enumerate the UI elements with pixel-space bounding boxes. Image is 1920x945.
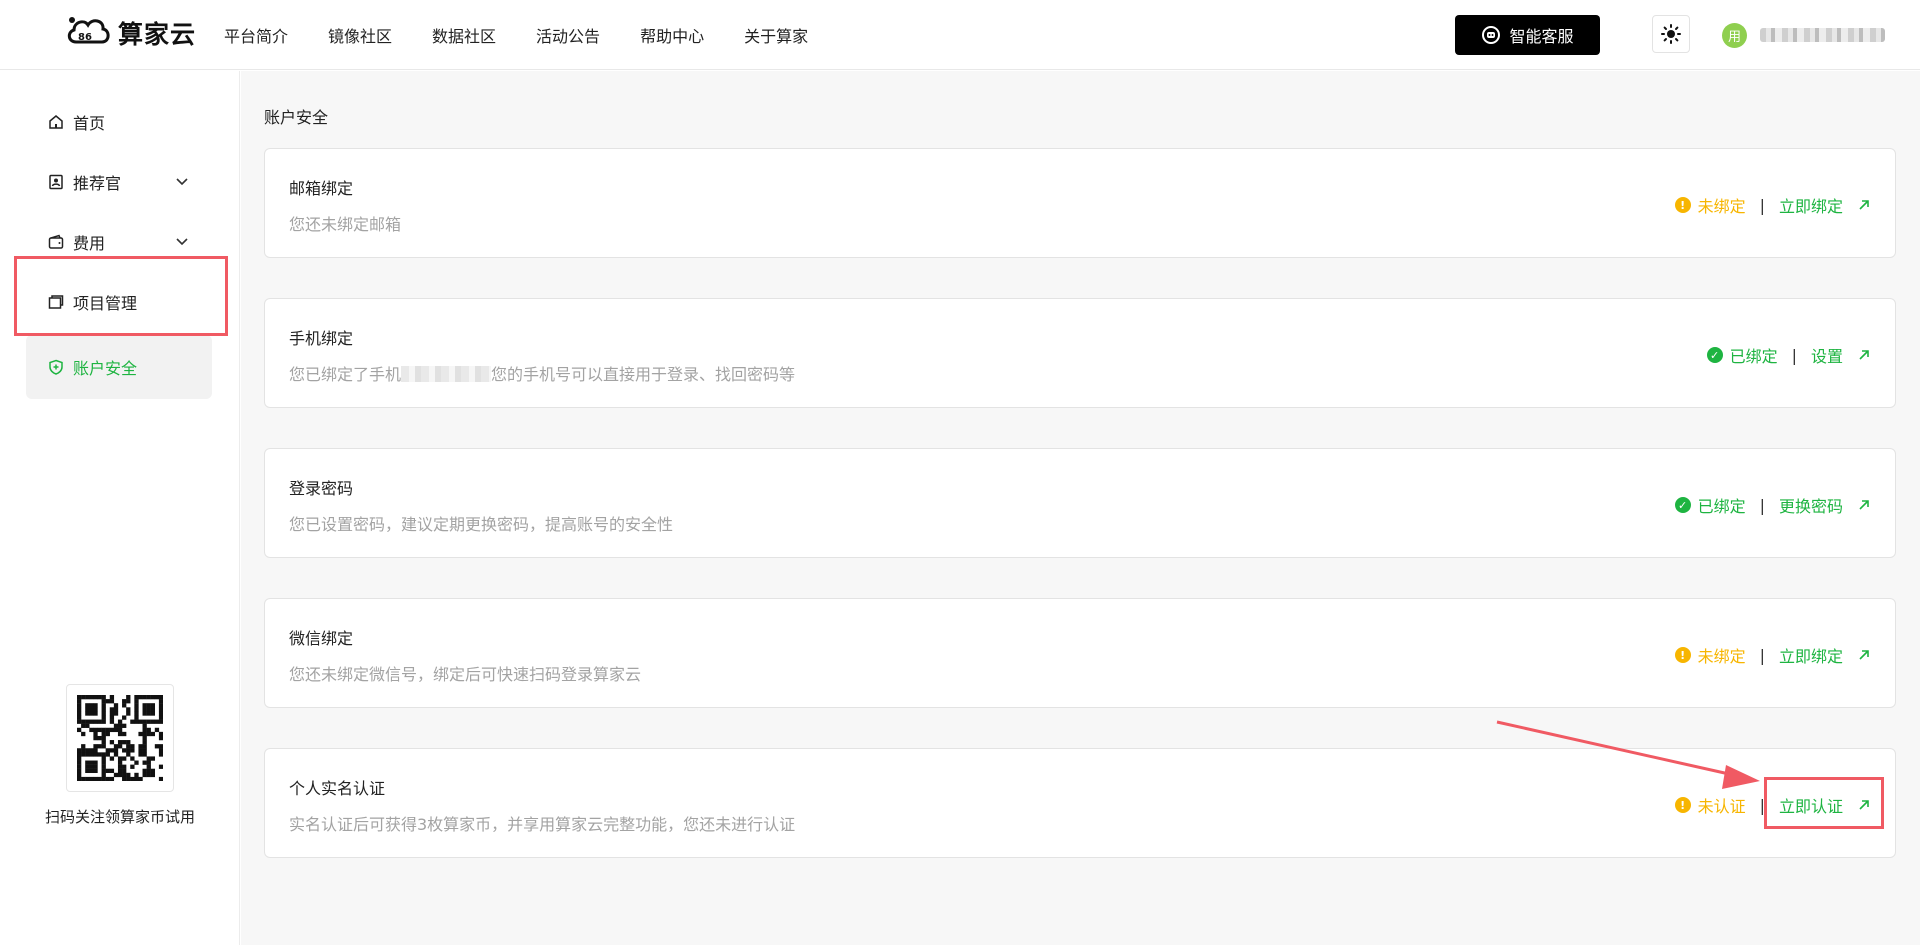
page-title: 账户安全 — [264, 108, 329, 127]
status-area: ! 未绑定 | 立即绑定 — [1674, 643, 1871, 667]
sidebar-highlight-box — [14, 256, 228, 336]
divider: | — [1759, 495, 1765, 515]
main-nav: 平台简介 镜像社区 数据社区 活动公告 帮助中心 关于算家 — [224, 0, 848, 70]
chevron-down-icon[interactable] — [174, 234, 190, 250]
card-title: 邮箱绑定 — [289, 179, 354, 198]
qr-caption: 扫码关注领算家币试用 — [44, 808, 195, 826]
desc-part: 您已绑定了手机 — [289, 365, 402, 384]
home-icon — [47, 113, 65, 131]
nav-platform-intro[interactable]: 平台简介 — [224, 23, 288, 47]
warning-icon: ! — [1674, 197, 1691, 213]
nav-help-center[interactable]: 帮助中心 — [640, 23, 704, 47]
check-icon: ✓ — [1706, 347, 1723, 363]
sidebar-item-label: 账户安全 — [73, 359, 138, 378]
status-badge: 未绑定 — [1697, 197, 1746, 216]
change-password-link[interactable]: 更换密码 — [1779, 493, 1871, 517]
warning-icon: ! — [1674, 797, 1691, 813]
sidebar-item-home[interactable]: 首页 — [26, 90, 212, 154]
status-area: ✓ 已绑定 | 设置 — [1706, 343, 1871, 367]
card-description: 实名认证后可获得3枚算家币，并享用算家云完整功能，您还未进行认证 — [289, 815, 796, 834]
badge-icon — [47, 173, 65, 191]
nav-about[interactable]: 关于算家 — [744, 23, 808, 47]
action-label: 立即绑定 — [1778, 197, 1843, 216]
robot-icon — [1482, 26, 1501, 44]
wechat-binding-card: 微信绑定 您还未绑定微信号，绑定后可快速扫码登录算家云 ! 未绑定 | 立即绑定 — [264, 598, 1896, 708]
cloud-logo-icon: 86 — [67, 17, 110, 44]
status-badge: 已绑定 — [1729, 347, 1778, 366]
card-description: 您已设置密码，建议定期更换密码，提高账号的安全性 — [289, 515, 674, 534]
username-redacted[interactable] — [1760, 28, 1885, 42]
action-label: 更换密码 — [1778, 497, 1843, 516]
card-description: 您还未绑定邮箱 — [289, 215, 402, 234]
status-area: ! 未绑定 | 立即绑定 — [1674, 193, 1871, 217]
sidebar-item-label: 费用 — [73, 234, 106, 253]
phone-binding-card: 手机绑定 您已绑定了手机 您的手机号可以直接用于登录、找回密码等 ✓ 已绑定 | … — [264, 298, 1896, 408]
check-icon: ✓ — [1674, 497, 1691, 513]
sidebar-item-label: 推荐官 — [73, 174, 122, 193]
divider: | — [1759, 645, 1765, 665]
shield-icon — [47, 358, 65, 376]
arrow-up-right-icon — [1859, 350, 1869, 360]
nav-image-community[interactable]: 镜像社区 — [328, 23, 392, 47]
identity-verification-card: 个人实名认证 实名认证后可获得3枚算家币，并享用算家云完整功能，您还未进行认证 … — [264, 748, 1896, 858]
action-highlight-box — [1764, 777, 1884, 829]
top-header: 86 算家云 平台简介 镜像社区 数据社区 活动公告 帮助中心 关于算家 智能客… — [0, 0, 1920, 70]
bind-email-link[interactable]: 立即绑定 — [1779, 193, 1871, 217]
theme-toggle-button[interactable] — [1652, 15, 1690, 53]
smart-service-label: 智能客服 — [1509, 27, 1574, 46]
svg-text:86: 86 — [78, 32, 92, 43]
arrow-up-right-icon — [1859, 650, 1869, 660]
status-badge: 未认证 — [1697, 797, 1746, 816]
email-binding-card: 邮箱绑定 您还未绑定邮箱 ! 未绑定 | 立即绑定 — [264, 148, 1896, 258]
nav-announcements[interactable]: 活动公告 — [536, 23, 600, 47]
action-label: 立即绑定 — [1778, 647, 1843, 666]
status-area: ✓ 已绑定 | 更换密码 — [1674, 493, 1871, 517]
card-title: 微信绑定 — [289, 629, 354, 648]
qr-code-image — [77, 695, 164, 782]
nav-data-community[interactable]: 数据社区 — [432, 23, 496, 47]
brand-logo[interactable]: 86 算家云 — [64, 12, 196, 54]
wechat-qr-code — [66, 684, 174, 792]
action-label: 设置 — [1810, 347, 1843, 366]
card-title: 手机绑定 — [289, 329, 354, 348]
warning-icon: ! — [1674, 647, 1691, 663]
sidebar-item-account-security[interactable]: 账户安全 — [26, 335, 212, 399]
desc-part: 您的手机号可以直接用于登录、找回密码等 — [491, 365, 796, 384]
smart-service-button[interactable]: 智能客服 — [1455, 15, 1600, 55]
brand-name: 算家云 — [118, 20, 197, 49]
arrow-up-right-icon — [1859, 200, 1869, 210]
status-badge: 未绑定 — [1697, 647, 1746, 666]
card-title: 登录密码 — [289, 479, 354, 498]
chevron-down-icon[interactable] — [174, 174, 190, 190]
sun-icon — [1661, 24, 1681, 44]
phone-settings-link[interactable]: 设置 — [1811, 343, 1871, 367]
sidebar-item-label: 首页 — [73, 114, 106, 133]
card-title: 个人实名认证 — [289, 779, 386, 798]
user-avatar[interactable]: 用 — [1722, 23, 1747, 48]
card-description: 您还未绑定微信号，绑定后可快速扫码登录算家云 — [289, 665, 642, 684]
login-password-card: 登录密码 您已设置密码，建议定期更换密码，提高账号的安全性 ✓ 已绑定 | 更换… — [264, 448, 1896, 558]
bind-wechat-link[interactable]: 立即绑定 — [1779, 643, 1871, 667]
arrow-up-right-icon — [1859, 500, 1869, 510]
divider: | — [1759, 195, 1765, 215]
phone-number-redacted — [401, 366, 492, 382]
status-badge: 已绑定 — [1697, 497, 1746, 516]
card-description: 您已绑定了手机 您的手机号可以直接用于登录、找回密码等 — [289, 361, 795, 385]
wallet-icon — [47, 233, 65, 251]
sidebar-item-referral[interactable]: 推荐官 — [26, 150, 212, 214]
divider: | — [1791, 345, 1797, 365]
